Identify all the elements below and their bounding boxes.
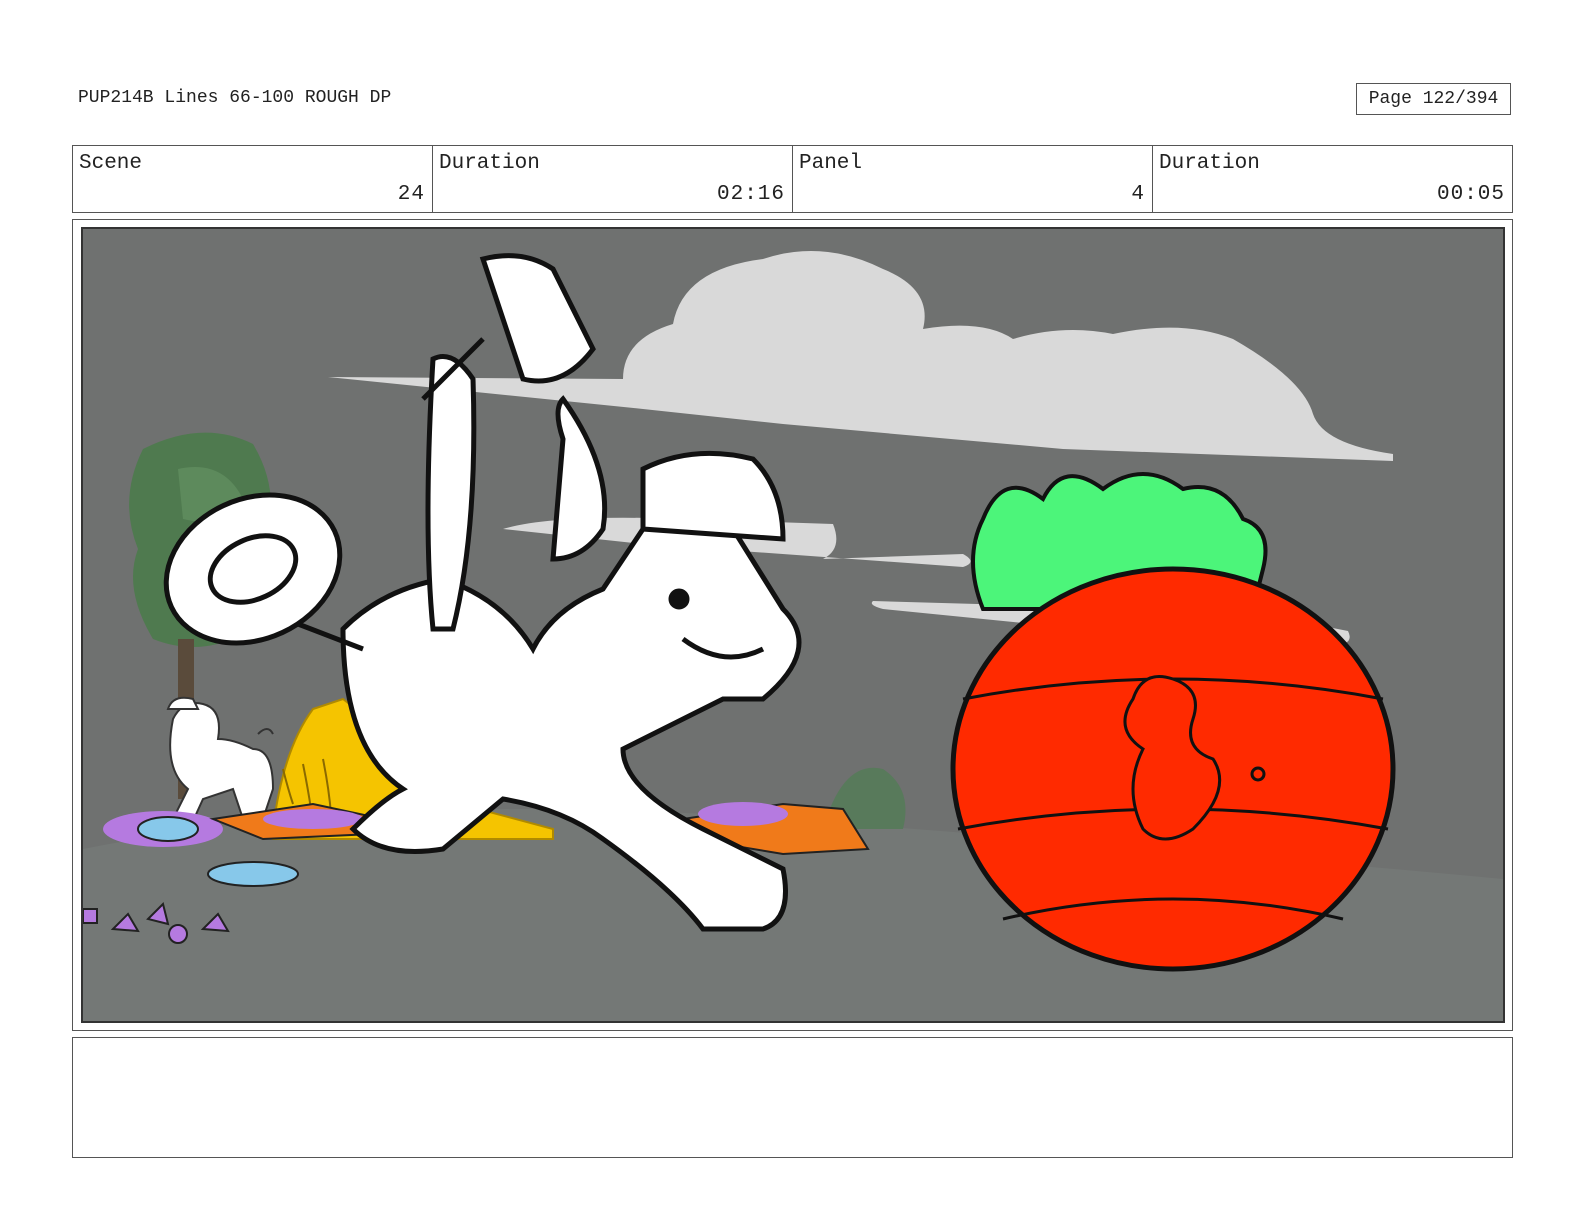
- page-number: Page 122/394: [1356, 83, 1511, 115]
- panel-duration-cell: Duration 00:05: [1153, 146, 1512, 212]
- panel-duration-value: 00:05: [1436, 183, 1505, 206]
- scene-info-table: Scene 24 Duration 02:16 Panel 4 Duration…: [72, 145, 1513, 213]
- panel-duration-label: Duration: [1159, 152, 1260, 175]
- scene-cell: Scene 24: [73, 146, 433, 212]
- storyboard-panel-image: [81, 227, 1505, 1023]
- panel-illustration: [83, 229, 1503, 1021]
- scene-label: Scene: [79, 152, 143, 175]
- scene-value: 24: [397, 183, 425, 206]
- scene-duration-value: 02:16: [716, 183, 785, 206]
- scene-duration-label: Duration: [439, 152, 540, 175]
- scene-duration-cell: Duration 02:16: [433, 146, 793, 212]
- document-title: PUP214B Lines 66-100 ROUGH DP: [78, 88, 392, 108]
- panel-label: Panel: [799, 152, 863, 175]
- panel-value: 4: [1131, 183, 1145, 206]
- panel-cell: Panel 4: [793, 146, 1153, 212]
- notes-box: [72, 1037, 1513, 1158]
